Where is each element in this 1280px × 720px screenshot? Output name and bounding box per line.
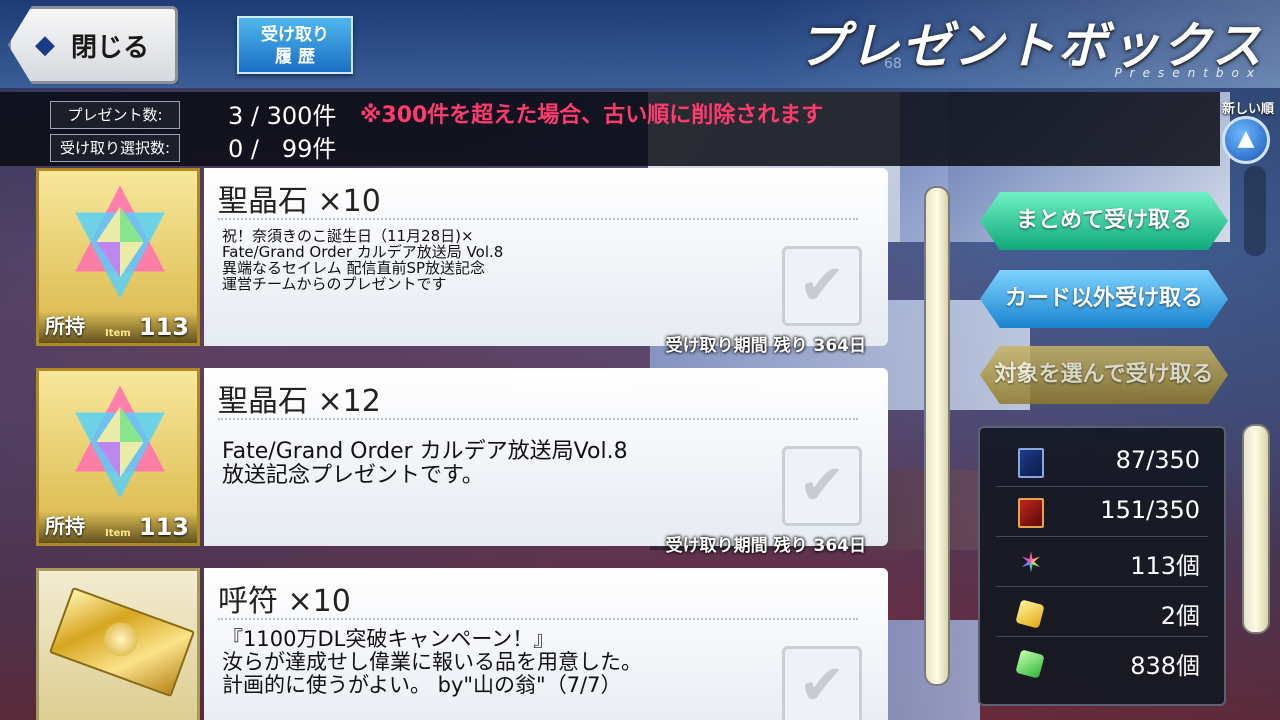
history-label-line1: 受け取り (261, 25, 329, 45)
warning-text: ※300件を超えた場合、古い順に削除されます (360, 103, 824, 128)
select-checkbox[interactable]: ✔ (782, 446, 862, 526)
resource-row: 151/350 (996, 488, 1208, 537)
present-count-label: プレゼント数: (50, 101, 180, 129)
owned-label: 所持 (45, 314, 85, 338)
history-label-line2: 履 歴 (275, 47, 315, 67)
summon-ticket-icon (48, 586, 196, 698)
owned-count: 113 (138, 313, 189, 341)
gold-apple-icon (1015, 599, 1045, 629)
side-scrollbar-track (1244, 166, 1266, 256)
present-item[interactable]: 所持 Item 113 聖晶石 ×12 Fate/Grand Order カルデ… (36, 368, 888, 556)
item-name: 呼符 ×10 (218, 584, 351, 619)
resource-value: 2個 (1160, 602, 1200, 630)
item-tag: Item (105, 328, 131, 339)
chevron-left-icon: ◆ (35, 30, 55, 60)
select-checkbox[interactable]: ✔ (782, 646, 862, 720)
present-count-value: 3 / 300件 (228, 102, 337, 130)
receive-all-button[interactable]: まとめて受け取る (980, 192, 1228, 250)
item-description: 『1100万DL突破キャンペーン！』 汝らが達成せし偉業に報いる品を用意した。 … (222, 627, 642, 697)
selected-count-label: 受け取り選択数: (50, 134, 180, 162)
saint-quartz-icon (75, 385, 165, 499)
servant-card-icon (1018, 448, 1044, 478)
resource-row: 2個 (996, 588, 1208, 637)
saint-quartz-icon (75, 185, 165, 299)
present-item[interactable]: 呼符 ×10 『1100万DL突破キャンペーン！』 汝らが達成せし偉業に報いる品… (36, 568, 888, 720)
receive-except-cards-button[interactable]: カード以外受け取る (980, 270, 1228, 328)
receive-period: 受け取り期間 残り 364日 (665, 536, 866, 556)
item-thumbnail (36, 568, 200, 720)
resource-row: ✶ 113個 (996, 538, 1208, 587)
owned-label: 所持 (45, 514, 85, 538)
green-fruit-icon (1015, 649, 1045, 679)
item-thumbnail: 所持 Item 113 (36, 368, 200, 546)
sort-label: 新しい順 (1222, 102, 1275, 117)
item-name: 聖晶石 ×10 (218, 184, 381, 219)
item-thumbnail: 所持 Item 113 (36, 168, 200, 346)
saint-quartz-icon: ✶ (1019, 546, 1043, 579)
receive-selected-button[interactable]: 対象を選んで受け取る (980, 346, 1228, 404)
resource-row: 87/350 (996, 438, 1208, 487)
present-item[interactable]: 所持 Item 113 聖晶石 ×10 祝！奈須きのこ誕生日（11月28日)× … (36, 168, 888, 356)
item-card: 聖晶石 ×10 祝！奈須きのこ誕生日（11月28日)× Fate/Grand O… (204, 168, 888, 356)
receive-history-button[interactable]: 受け取り 履 歴 (237, 16, 353, 74)
resource-value: 151/350 (1100, 496, 1200, 524)
sort-order-button[interactable]: ▲ (1222, 116, 1270, 164)
triangle-up-icon: ▲ (1237, 126, 1255, 151)
craft-essence-card-icon (1018, 498, 1044, 528)
divider (218, 418, 858, 420)
list-scrollbar[interactable] (924, 186, 950, 686)
close-button[interactable]: ◆ 閉じる (8, 6, 178, 84)
page-subtitle: Presentbox (1114, 66, 1262, 80)
resource-value: 87/350 (1115, 446, 1200, 474)
resource-panel: 87/350 151/350 ✶ 113個 2個 838個 (978, 426, 1226, 706)
item-card: 呼符 ×10 『1100万DL突破キャンペーン！』 汝らが達成せし偉業に報いる品… (204, 568, 888, 720)
item-tag: Item (105, 528, 131, 539)
item-description: Fate/Grand Order カルデア放送局Vol.8 放送記念プレゼントで… (222, 439, 628, 488)
receive-period: 受け取り期間 残り 364日 (665, 336, 866, 356)
resource-value: 113個 (1130, 552, 1200, 580)
divider (218, 218, 858, 220)
owned-count: 113 (138, 513, 189, 541)
selected-count-value: 0 / 99件 (228, 135, 337, 163)
item-name: 聖晶石 ×12 (218, 384, 381, 419)
resource-scrollbar[interactable] (1242, 424, 1270, 634)
divider (218, 618, 858, 620)
resource-row: 838個 (996, 638, 1208, 686)
item-description: 祝！奈須きのこ誕生日（11月28日)× Fate/Grand Order カルデ… (222, 227, 504, 293)
close-button-label: 閉じる (70, 32, 149, 63)
resource-value: 838個 (1130, 652, 1200, 680)
select-checkbox[interactable]: ✔ (782, 246, 862, 326)
item-card: 聖晶石 ×12 Fate/Grand Order カルデア放送局Vol.8 放送… (204, 368, 888, 556)
top-bar: 68 0 ◆ 閉じる 受け取り 履 歴 プレゼントボックス Presentbox (0, 0, 1280, 88)
